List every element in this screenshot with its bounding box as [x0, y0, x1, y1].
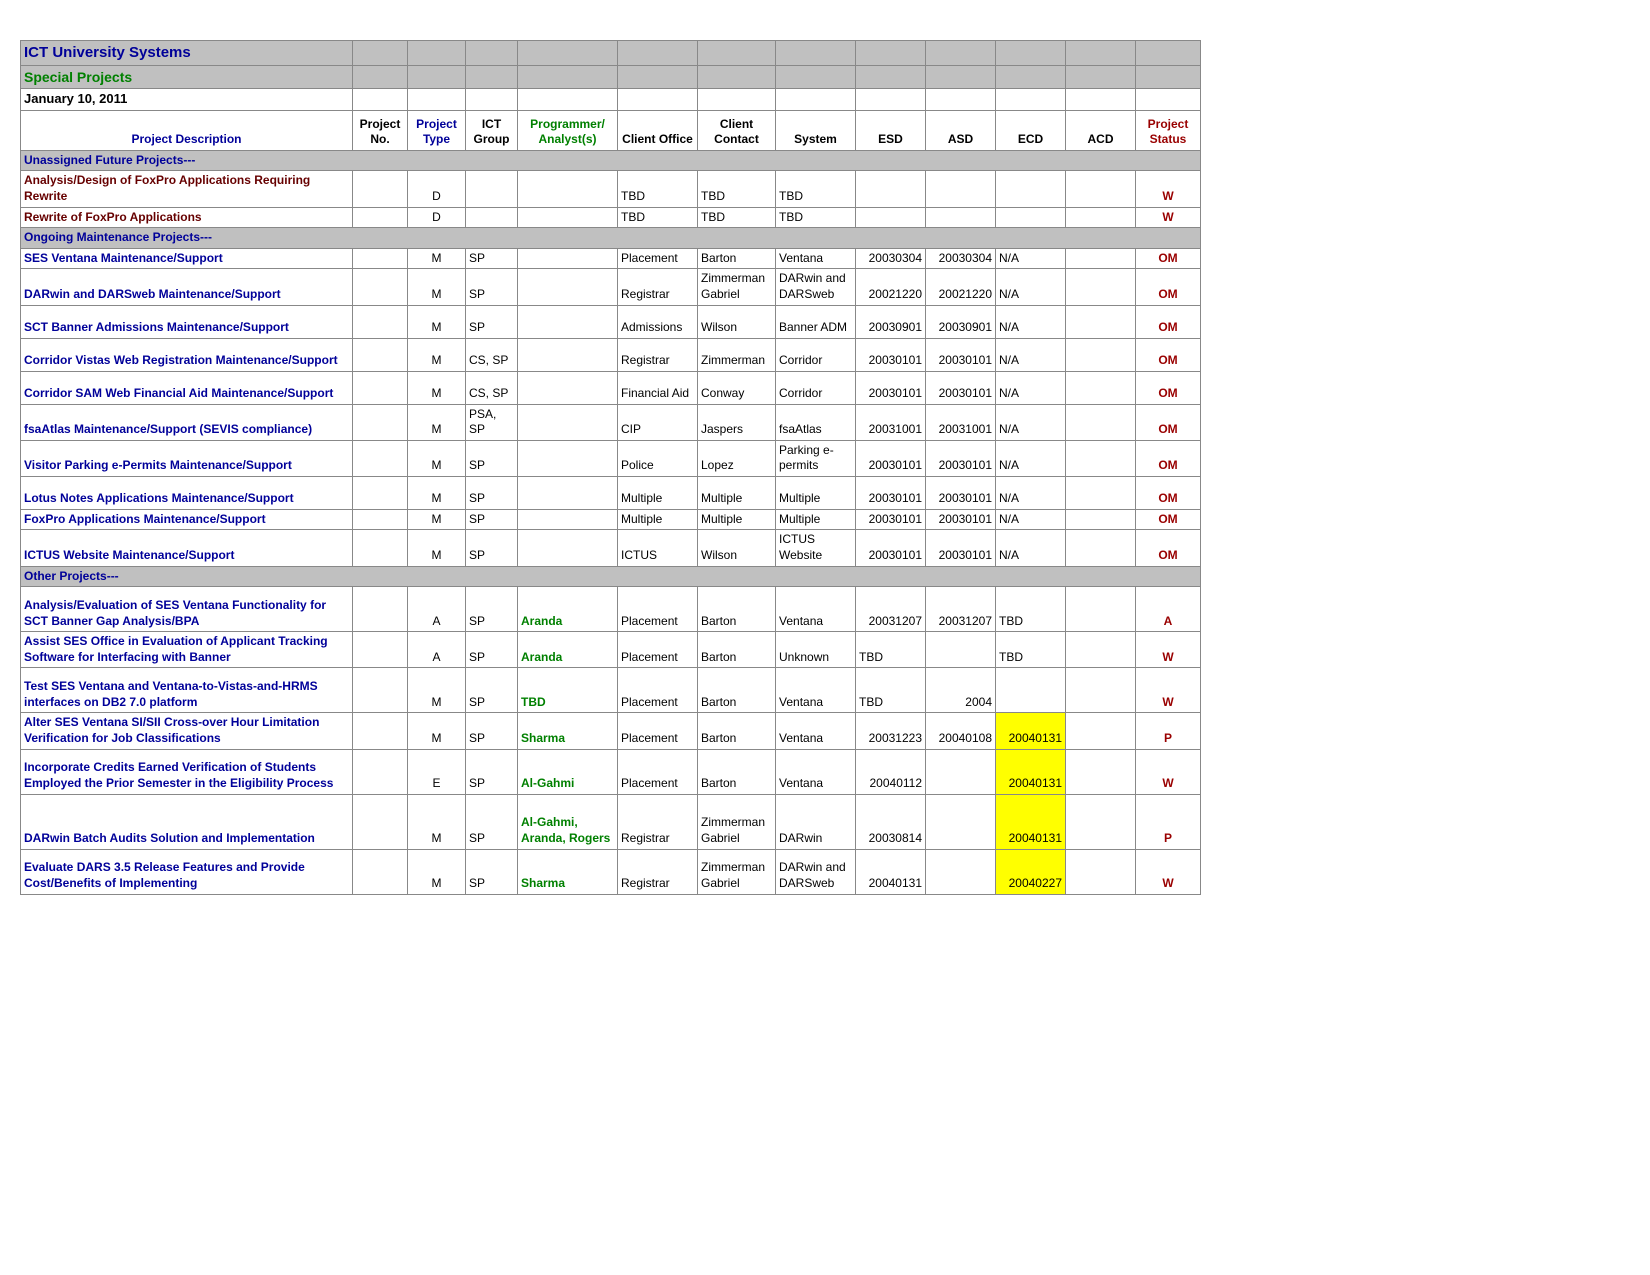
table-row: SCT Banner Admissions Maintenance/Suppor…	[21, 305, 1201, 338]
col-esd: ESD	[856, 110, 926, 150]
col-ecd: ECD	[996, 110, 1066, 150]
col-analyst: Programmer/ Analyst(s)	[518, 110, 618, 150]
project-desc: Analysis/Design of FoxPro Applications R…	[21, 171, 353, 207]
table-row: FoxPro Applications Maintenance/SupportM…	[21, 509, 1201, 530]
col-status: Project Status	[1136, 110, 1201, 150]
table-row: Visitor Parking e-Permits Maintenance/Su…	[21, 440, 1201, 476]
section-other: Other Projects---	[21, 566, 1201, 587]
table-row: Analysis/Evaluation of SES Ventana Funct…	[21, 587, 1201, 632]
page-title: ICT University Systems	[21, 41, 353, 66]
table-row: SES Ventana Maintenance/SupportMSPPlacem…	[21, 248, 1201, 269]
section-ongoing: Ongoing Maintenance Projects---	[21, 228, 1201, 249]
projects-table: ICT University Systems Special Projects …	[20, 40, 1201, 895]
col-system: System	[776, 110, 856, 150]
table-row: Assist SES Office in Evaluation of Appli…	[21, 632, 1201, 668]
report-date: January 10, 2011	[21, 88, 353, 110]
col-office: Client Office	[618, 110, 698, 150]
table-row: DARwin and DARSweb Maintenance/SupportMS…	[21, 269, 1201, 305]
table-row: fsaAtlas Maintenance/Support (SEVIS comp…	[21, 404, 1201, 440]
table-row: Corridor Vistas Web Registration Mainten…	[21, 338, 1201, 371]
col-desc: Project Description	[21, 110, 353, 150]
table-row: DARwin Batch Audits Solution and Impleme…	[21, 794, 1201, 849]
col-group: ICT Group	[466, 110, 518, 150]
table-row: ICTUS Website Maintenance/SupportMSPICTU…	[21, 530, 1201, 566]
table-row: Lotus Notes Applications Maintenance/Sup…	[21, 476, 1201, 509]
table-row: Alter SES Ventana SI/SII Cross-over Hour…	[21, 713, 1201, 749]
col-acd: ACD	[1066, 110, 1136, 150]
table-row: Analysis/Design of FoxPro Applications R…	[21, 171, 1201, 207]
col-contact: Client Contact	[698, 110, 776, 150]
table-row: Incorporate Credits Earned Verification …	[21, 749, 1201, 794]
table-row: Test SES Ventana and Ventana-to-Vistas-a…	[21, 668, 1201, 713]
col-no: Project No.	[353, 110, 408, 150]
page-subtitle: Special Projects	[21, 65, 353, 88]
col-asd: ASD	[926, 110, 996, 150]
section-unassigned: Unassigned Future Projects---	[21, 150, 1201, 171]
project-desc: Rewrite of FoxPro Applications	[21, 207, 353, 228]
table-row: Rewrite of FoxPro Applications D TBDTBDT…	[21, 207, 1201, 228]
table-row: Corridor SAM Web Financial Aid Maintenan…	[21, 371, 1201, 404]
table-row: Evaluate DARS 3.5 Release Features and P…	[21, 849, 1201, 894]
col-type: Project Type	[408, 110, 466, 150]
